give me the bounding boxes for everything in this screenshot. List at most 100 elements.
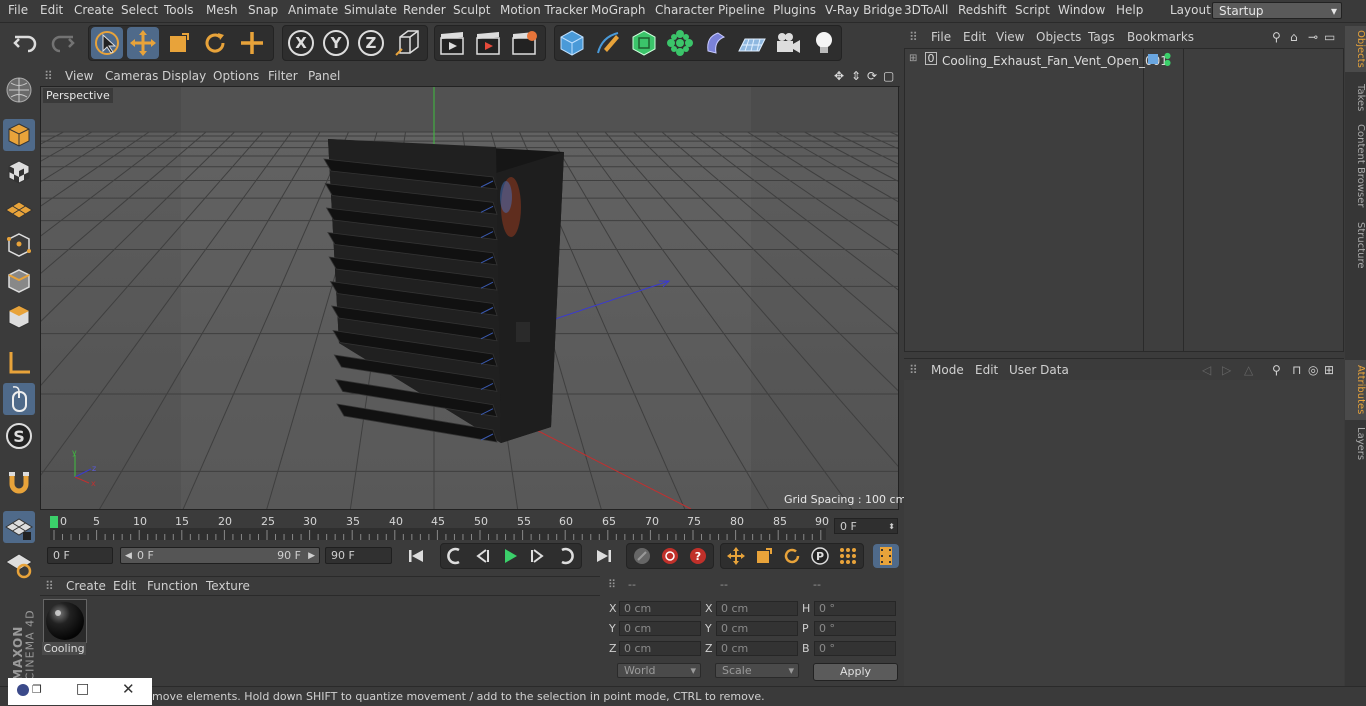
menu-edit[interactable]: Edit <box>40 3 63 17</box>
solo-button[interactable]: S <box>3 420 35 452</box>
record-active-objects-button[interactable] <box>629 544 655 568</box>
rotation-h-field[interactable]: 0 ° <box>814 601 896 616</box>
menu-mograph[interactable]: MoGraph <box>591 3 646 17</box>
render-picture-viewer-button[interactable] <box>472 27 504 59</box>
objects-menu-bookmarks[interactable]: Bookmarks <box>1127 30 1194 44</box>
new-panel-icon[interactable]: ⊞ <box>1324 363 1334 377</box>
menu-window[interactable]: Window <box>1058 3 1105 17</box>
last-tool-button[interactable] <box>236 27 268 59</box>
position-y-field[interactable]: 0 cm <box>619 621 701 636</box>
render-settings-button[interactable] <box>508 27 540 59</box>
end-frame-field[interactable]: 90 F <box>325 547 392 564</box>
scale-key-button[interactable] <box>751 544 777 568</box>
perspective-viewport[interactable]: y z x <box>40 86 899 510</box>
object-name[interactable]: Cooling_Exhaust_Fan_Vent_Open_001 <box>942 54 1168 68</box>
redo-button[interactable] <box>46 27 78 59</box>
up-arrow-icon[interactable]: △ <box>1244 363 1253 377</box>
maximize-icon[interactable]: □ <box>76 681 89 697</box>
material-menu-edit[interactable]: Edit <box>113 579 136 593</box>
menu-tools[interactable]: Tools <box>164 3 194 17</box>
viewport-maximize-icon[interactable]: ▢ <box>883 69 894 83</box>
parameter-key-button[interactable]: P <box>807 544 833 568</box>
edges-mode-button[interactable] <box>3 265 35 297</box>
object-row[interactable]: ⊞ 0 Cooling_Exhaust_Fan_Vent_Open_001 ● ● <box>905 51 1343 70</box>
viewport-menu-cameras[interactable]: Cameras <box>105 69 158 83</box>
play-button[interactable] <box>497 544 523 568</box>
scale-tool-button[interactable] <box>163 27 195 59</box>
tab-layers[interactable]: Layers <box>1345 424 1366 464</box>
objects-menu-edit[interactable]: Edit <box>963 30 986 44</box>
start-frame-field[interactable]: 0 F <box>47 547 113 564</box>
position-x-field[interactable]: 0 cm <box>619 601 701 616</box>
current-frame-field[interactable]: 0 F ⬍ <box>834 518 898 534</box>
viewport-menu-options[interactable]: Options <box>213 69 259 83</box>
menu-render[interactable]: Render <box>403 3 446 17</box>
menu-file[interactable]: File <box>8 3 28 17</box>
floor-environment-button[interactable] <box>736 27 768 59</box>
menu-simulate[interactable]: Simulate <box>344 3 397 17</box>
viewport-pan-icon[interactable]: ✥ <box>834 69 844 83</box>
next-keyframe-button[interactable] <box>553 544 579 568</box>
viewport-menu-panel[interactable]: Panel <box>308 69 340 83</box>
restore-icon[interactable]: ❐ <box>32 683 42 696</box>
subdivision-button[interactable] <box>628 27 660 59</box>
rotation-p-field[interactable]: 0 ° <box>814 621 896 636</box>
z-axis-button[interactable]: Z <box>355 27 387 59</box>
model-mode-button[interactable] <box>3 119 35 151</box>
enable-axis-button[interactable] <box>3 347 35 379</box>
stepper-icon[interactable]: ⬍ <box>888 519 895 535</box>
objects-menu-objects[interactable]: Objects <box>1036 30 1081 44</box>
objects-menu-file[interactable]: File <box>931 30 951 44</box>
viewport-rotate-icon[interactable]: ⟳ <box>867 69 877 83</box>
material-menu-create[interactable]: Create <box>66 579 106 593</box>
coordinate-mode-dropdown[interactable]: World ▾ <box>617 663 701 678</box>
camera-button[interactable] <box>772 27 804 59</box>
size-y-field[interactable]: 0 cm <box>716 621 798 636</box>
search-icon[interactable]: ⚲ <box>1272 30 1281 44</box>
menu-redshift[interactable]: Redshift <box>958 3 1007 17</box>
tab-content-browser[interactable]: Content Browser <box>1345 122 1366 210</box>
menu-mesh[interactable]: Mesh <box>206 3 238 17</box>
timeline-ruler[interactable]: 0 5 10 15 20 25 30 35 40 45 50 55 60 65 … <box>40 512 900 542</box>
tweak-mode-button[interactable] <box>3 383 35 415</box>
pen-spline-button[interactable] <box>592 27 624 59</box>
previous-frame-button[interactable] <box>469 544 495 568</box>
size-x-field[interactable]: 0 cm <box>716 601 798 616</box>
workplane-mode-button[interactable] <box>3 192 35 224</box>
position-z-field[interactable]: 0 cm <box>619 641 701 656</box>
locked-workplane-button[interactable] <box>3 548 35 580</box>
menu-snap[interactable]: Snap <box>248 3 278 17</box>
coordinate-system-button[interactable] <box>392 27 424 59</box>
cube-button[interactable] <box>556 27 588 59</box>
expand-plus-icon[interactable]: ⊞ <box>909 53 917 64</box>
menu-pipeline[interactable]: Pipeline <box>718 3 765 17</box>
position-key-button[interactable] <box>723 544 749 568</box>
layer-color-icon[interactable] <box>1148 54 1158 64</box>
render-view-button[interactable] <box>436 27 468 59</box>
collapse-icon[interactable]: ▭ <box>1324 30 1335 44</box>
previous-keyframe-button[interactable] <box>442 544 468 568</box>
visibility-dots-icon[interactable]: ● ● <box>1164 52 1171 67</box>
menu-select[interactable]: Select <box>121 3 158 17</box>
menu-plugins[interactable]: Plugins <box>773 3 816 17</box>
mograph-cloner-button[interactable] <box>664 27 696 59</box>
viewport-menu-view[interactable]: View <box>65 69 93 83</box>
timeline-button[interactable] <box>873 544 899 568</box>
attributes-menu-mode[interactable]: Mode <box>931 363 964 377</box>
back-arrow-icon[interactable]: ◁ <box>1202 363 1211 377</box>
snap-button[interactable] <box>3 466 35 498</box>
playhead[interactable] <box>50 516 58 528</box>
rotate-tool-button[interactable] <box>199 27 231 59</box>
arrow-left-icon[interactable]: ◀ <box>125 548 132 564</box>
arrow-right-icon[interactable]: ▶ <box>308 548 315 564</box>
link-icon[interactable]: ⊸ <box>1308 30 1318 44</box>
search-icon[interactable]: ⚲ <box>1272 363 1281 377</box>
polygons-mode-button[interactable] <box>3 301 35 333</box>
size-mode-dropdown[interactable]: Scale ▾ <box>715 663 799 678</box>
close-icon[interactable]: ✕ <box>122 680 135 698</box>
forward-arrow-icon[interactable]: ▷ <box>1222 363 1231 377</box>
go-to-start-button[interactable] <box>403 544 429 568</box>
viewport-menu-display[interactable]: Display <box>162 69 206 83</box>
material-name[interactable]: Cooling <box>42 642 86 655</box>
material-menu-texture[interactable]: Texture <box>206 579 250 593</box>
